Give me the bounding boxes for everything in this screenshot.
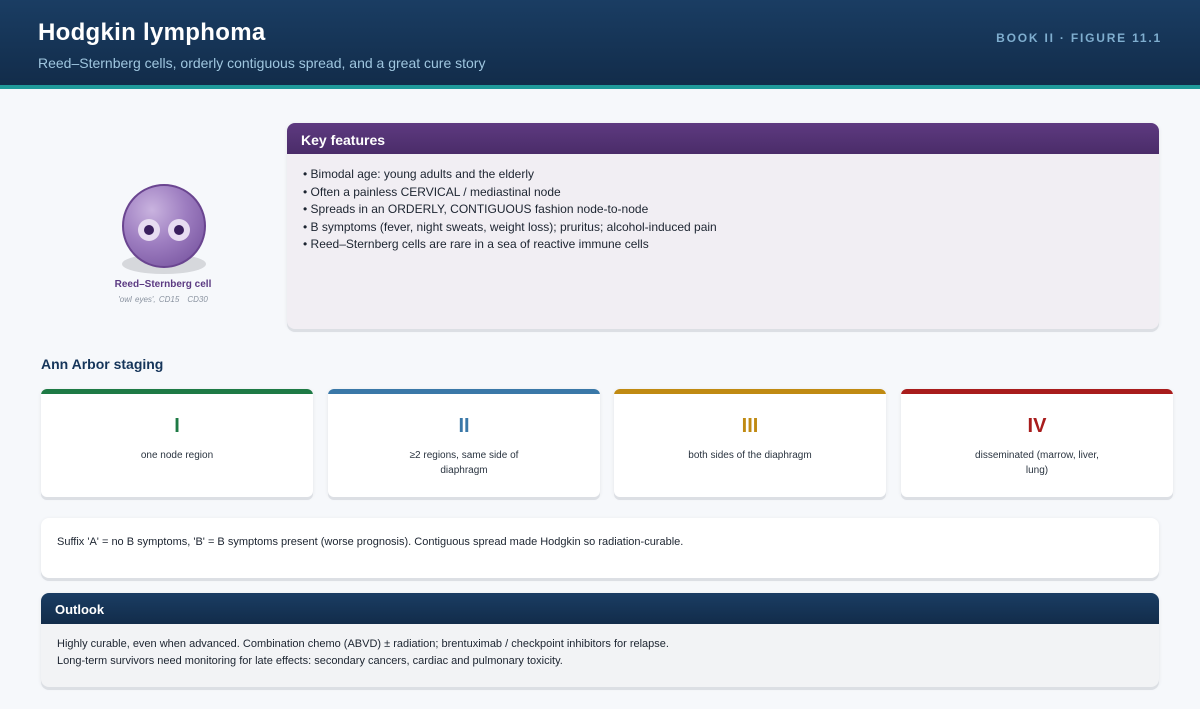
cell-marker: 'owl eyes', CD15 [118, 295, 180, 304]
outlook-body: Highly curable, even when advanced. Comb… [41, 624, 1159, 670]
right-nucleolus [174, 225, 184, 235]
list-item: • Reed–Sternberg cells are rare in a sea… [303, 237, 649, 251]
figure-reference: BOOK II · FIGURE 11.1 [996, 31, 1162, 45]
key-features-list: • Bimodal age: young adults and the elde… [287, 154, 1159, 254]
left-nucleus-lobe [138, 219, 160, 241]
reed-sternberg-cell-illustration: Reed–Sternberg cell 'owl eyes', CD15 CD30 [60, 180, 270, 310]
stage-numeral: II [458, 415, 470, 437]
list-item: • B symptoms (fever, night sweats, weigh… [303, 219, 717, 234]
stage-color-bar [901, 389, 1173, 394]
cell-markers: 'owl eyes', CD15 CD30 [60, 295, 266, 304]
list-item: • Bimodal age: young adults and the elde… [303, 167, 535, 181]
stage-card-iii: III both sides of the diaphragm [614, 389, 886, 497]
stage-numeral: I [174, 415, 180, 437]
stage-description: disseminated (marrow, liver, lung) [975, 450, 1099, 476]
stage-description: ≥2 regions, same side of diaphragm [409, 450, 519, 476]
stage-card-iv: IV disseminated (marrow, liver, lung) [901, 389, 1173, 497]
key-features-heading: Key features [287, 123, 1159, 154]
stage-numeral: IV [1027, 415, 1047, 437]
cell-label: Reed–Sternberg cell [114, 279, 212, 290]
page-subtitle: Reed–Sternberg cells, orderly contiguous… [38, 55, 486, 71]
cell-marker: CD30 [187, 295, 208, 304]
left-nucleolus [144, 225, 154, 235]
stage-card-ii: II ≥2 regions, same side of diaphragm [328, 389, 600, 497]
staging-title: Ann Arbor staging [41, 356, 164, 372]
outlook-line: Long-term survivors need monitoring for … [57, 655, 563, 667]
list-item: • Spreads in an ORDERLY, CONTIGUOUS fash… [303, 202, 649, 216]
outlook-line: Highly curable, even when advanced. Comb… [57, 638, 669, 650]
stage-color-bar [614, 389, 886, 394]
cell-body [122, 184, 206, 268]
header-divider [0, 85, 1200, 89]
stage-description: both sides of the diaphragm [688, 450, 812, 461]
page-title: Hodgkin lymphoma [38, 19, 266, 46]
page-header: Hodgkin lymphoma Reed–Sternberg cells, o… [0, 0, 1200, 85]
key-features-panel: Key features • Bimodal age: young adults… [287, 123, 1159, 329]
stage-color-bar [41, 389, 313, 394]
list-item: • Often a painless CERVICAL / mediastina… [303, 184, 561, 199]
stage-numeral: III [741, 415, 759, 437]
right-nucleus-lobe [168, 219, 190, 241]
stage-card-i: I one node region [41, 389, 313, 497]
outlook-heading: Outlook [41, 593, 1159, 624]
stage-color-bar [328, 389, 600, 394]
outlook-panel: Outlook Highly curable, even when advanc… [41, 593, 1159, 687]
staging-note: Suffix 'A' = no B symptoms, 'B' = B symp… [41, 518, 1159, 578]
stage-description: one node region [140, 450, 214, 461]
